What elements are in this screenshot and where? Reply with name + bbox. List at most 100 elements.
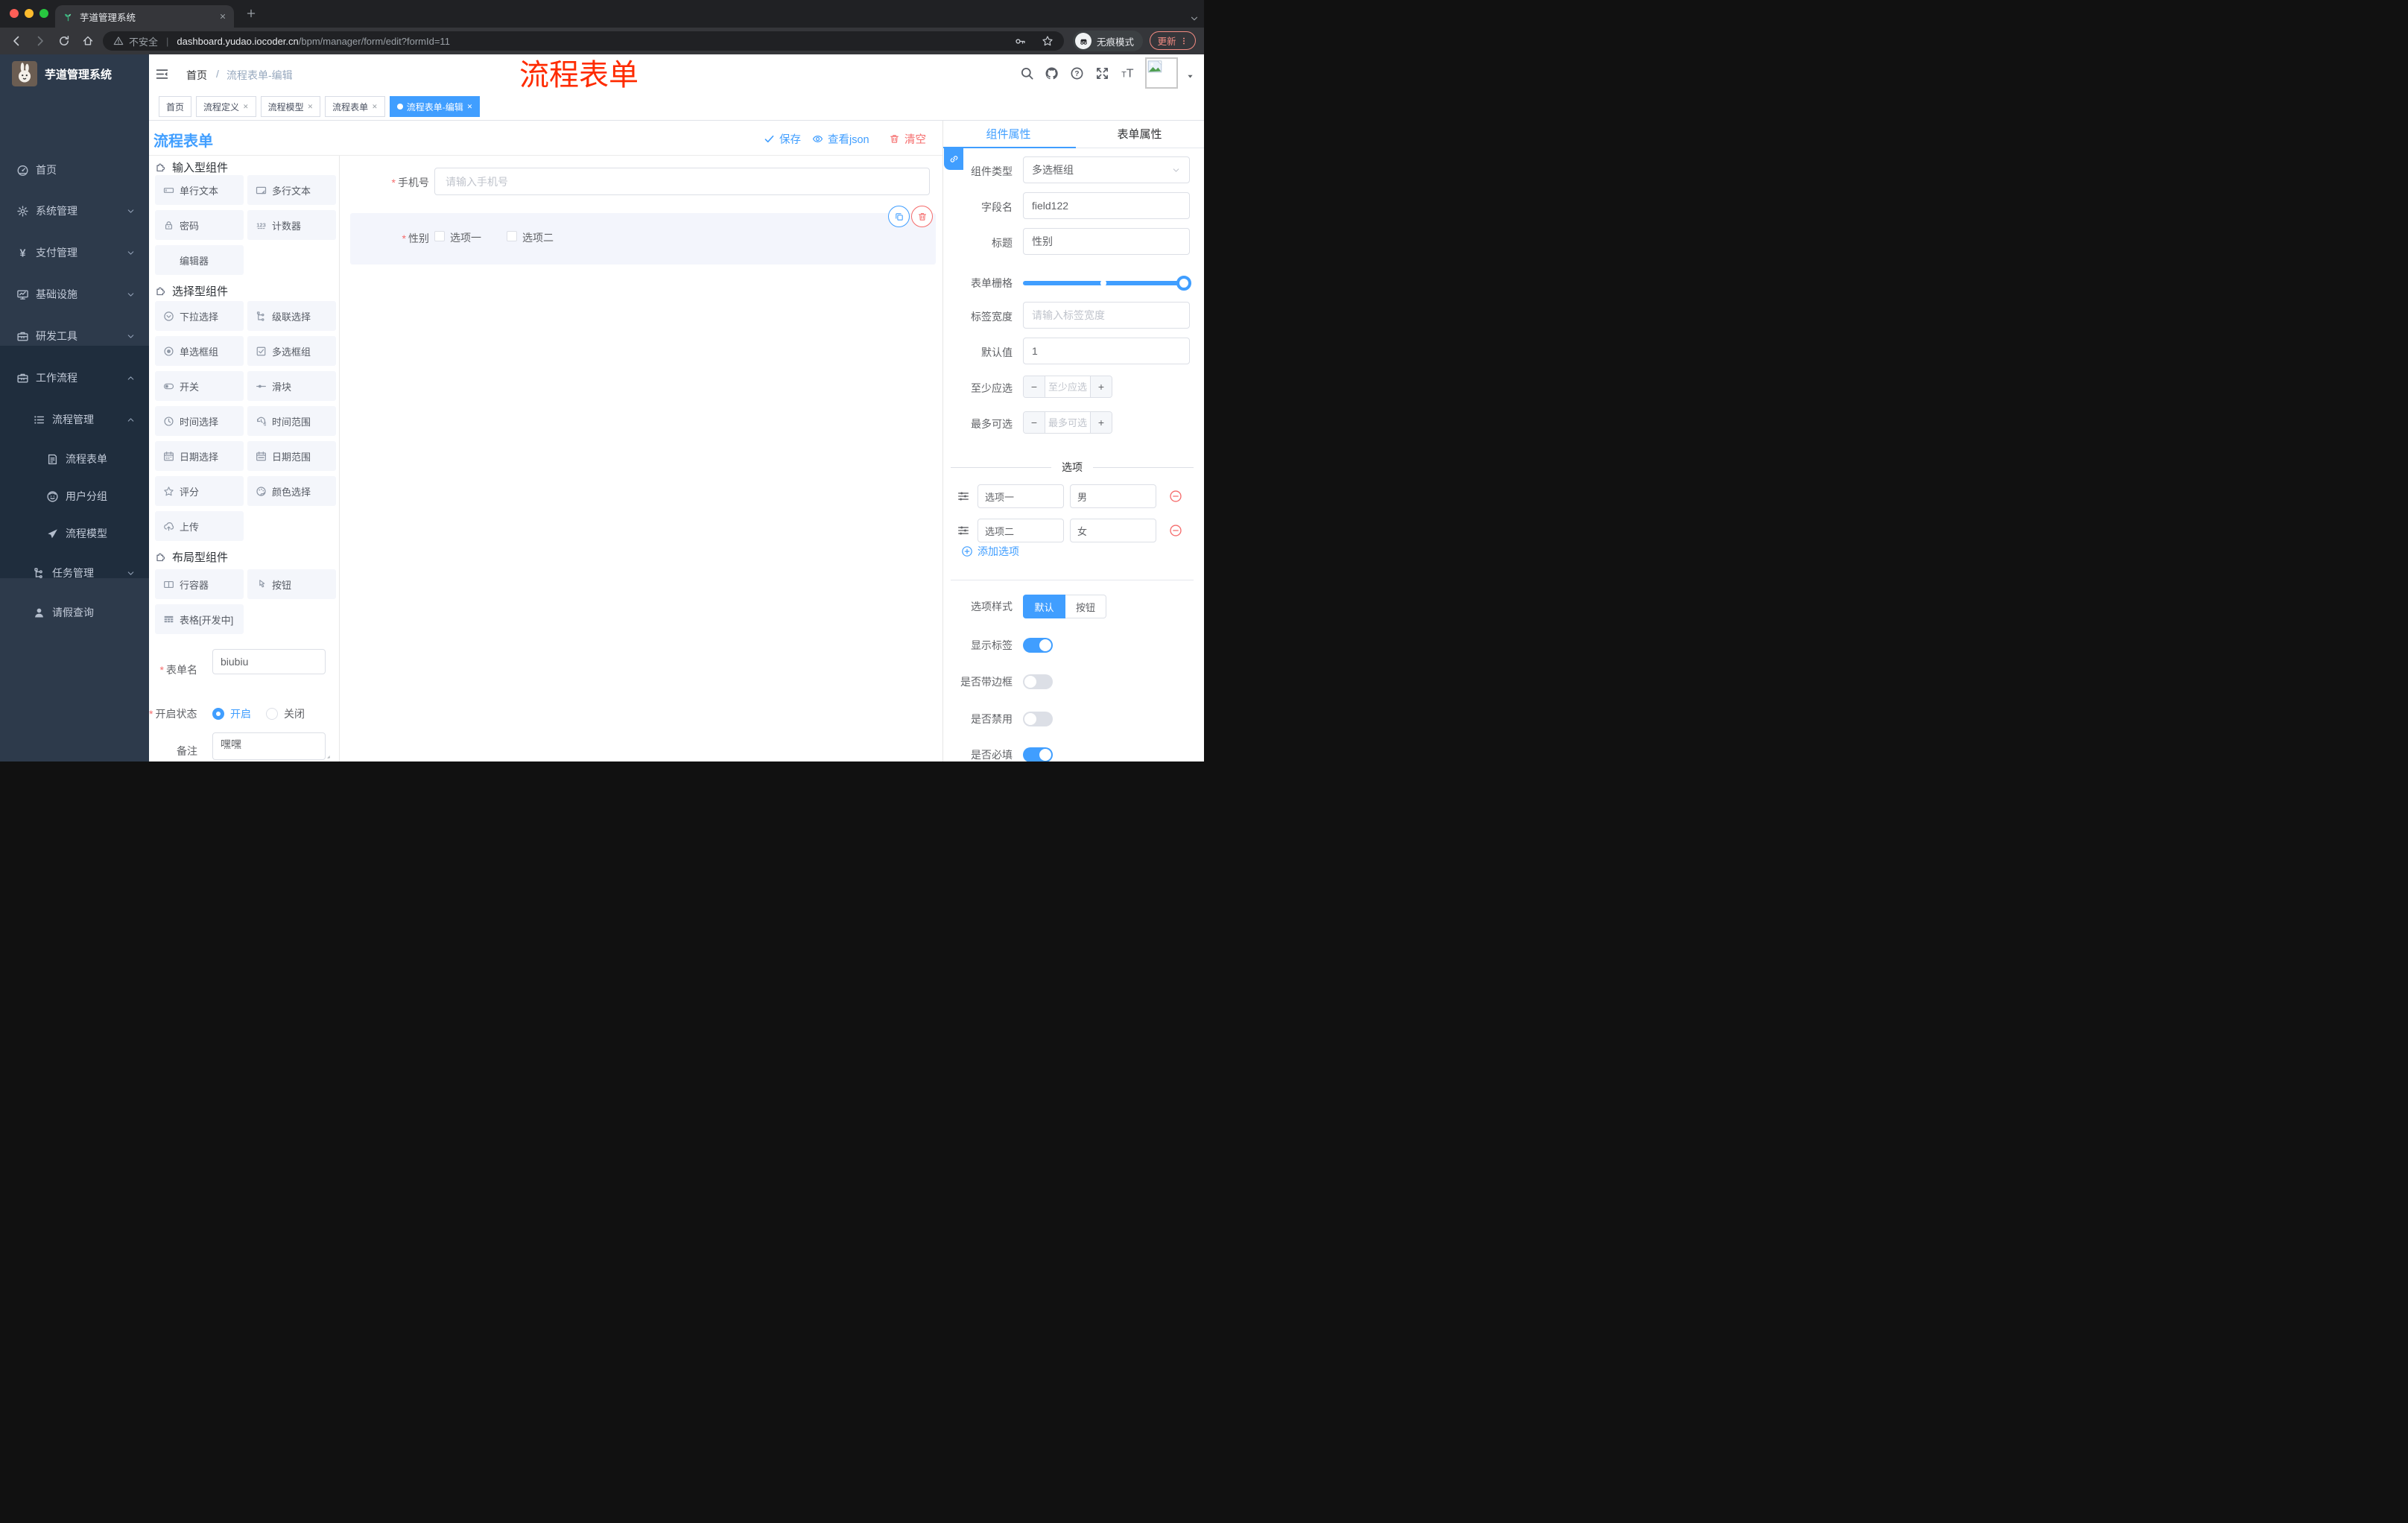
tag-close-icon[interactable]: ✕ [308, 103, 314, 111]
toggle-switch-on[interactable] [1023, 747, 1053, 762]
form-grid-slider[interactable] [1023, 281, 1191, 285]
github-icon[interactable] [1045, 66, 1059, 80]
title-input[interactable] [1023, 228, 1190, 255]
component-item[interactable]: 下拉选择 [155, 301, 244, 331]
key-icon[interactable] [1015, 36, 1026, 47]
toggle-switch-on[interactable] [1023, 638, 1053, 653]
option-value-input[interactable] [1070, 519, 1156, 542]
toggle-switch-off[interactable] [1023, 712, 1053, 726]
font-size-icon[interactable]: TT [1121, 66, 1135, 80]
tag-close-icon[interactable]: ✕ [372, 103, 378, 111]
default-value-input[interactable] [1023, 338, 1190, 364]
breadcrumb-home[interactable]: 首页 [186, 68, 207, 83]
checkbox-icon[interactable] [434, 231, 445, 241]
option-label-input[interactable] [978, 484, 1064, 508]
component-item[interactable]: 表格[开发中] [155, 604, 244, 634]
component-item[interactable]: 开关 [155, 371, 244, 401]
window-chevron-icon[interactable] [1189, 13, 1200, 24]
tab-close-icon[interactable] [219, 13, 226, 20]
component-item[interactable]: 编辑器 [155, 245, 244, 275]
selected-component-gender[interactable]: * 性别 选项一 选项二 [350, 213, 936, 265]
component-item[interactable]: 上传 [155, 511, 244, 541]
sidebar-item[interactable]: 系统管理 [0, 190, 149, 232]
phone-field-input[interactable] [434, 168, 930, 195]
component-item[interactable]: 行容器 [155, 569, 244, 599]
component-item[interactable]: 密码 [155, 210, 244, 240]
component-item[interactable]: 按钮 [247, 569, 336, 599]
label-width-input[interactable] [1023, 302, 1190, 329]
sidebar-item[interactable]: 工作流程 [0, 357, 149, 399]
component-item[interactable]: 日期范围 [247, 441, 336, 471]
save-button[interactable]: 保存 [764, 131, 801, 147]
sidebar-item[interactable]: 研发工具 [0, 315, 149, 357]
sidebar-subitem[interactable]: 流程表单 [0, 440, 149, 478]
update-button[interactable]: 更新 [1150, 31, 1196, 50]
sidebar-collapse-icon[interactable] [155, 67, 169, 81]
component-item[interactable]: 评分 [155, 476, 244, 506]
component-item[interactable]: 时间范围 [247, 406, 336, 436]
browser-tab[interactable]: 芋道管理系统 [55, 5, 234, 28]
stepper-minus-button[interactable]: − [1024, 376, 1045, 397]
tag-close-icon[interactable]: ✕ [243, 103, 249, 111]
kebab-menu-icon[interactable] [1179, 37, 1188, 45]
component-item[interactable]: 单选框组 [155, 336, 244, 366]
user-avatar[interactable] [1145, 57, 1178, 89]
fullscreen-icon[interactable] [1095, 66, 1109, 80]
copy-component-button[interactable] [888, 206, 910, 227]
search-icon[interactable] [1020, 66, 1034, 80]
sidebar-item[interactable]: 基础设施 [0, 273, 149, 315]
component-item[interactable]: 级联选择 [247, 301, 336, 331]
sidebar-item[interactable]: ¥ 支付管理 [0, 232, 149, 273]
stepper-plus-button[interactable]: + [1091, 376, 1112, 397]
window-minimize-button[interactable] [25, 9, 34, 18]
address-bar[interactable]: 不安全 | dashboard.yudao.iocoder.cn/bpm/man… [103, 31, 1064, 51]
status-radio-0[interactable]: 开启 [212, 706, 251, 721]
remove-option-icon[interactable] [1169, 490, 1182, 503]
status-radio-1[interactable]: 关闭 [266, 706, 305, 721]
sidebar-subitem[interactable]: 流程模型 [0, 515, 149, 552]
slider-handle[interactable] [1176, 276, 1191, 291]
tag-item[interactable]: 流程定义 ✕ [196, 96, 256, 117]
component-item[interactable]: 123 计数器 [247, 210, 336, 240]
form-name-input[interactable] [212, 649, 326, 674]
view-json-button[interactable]: 查看json [812, 131, 869, 147]
window-close-button[interactable] [10, 9, 19, 18]
checkbox-icon[interactable] [507, 231, 517, 241]
delete-component-button[interactable] [911, 206, 933, 227]
drag-handle-icon[interactable] [957, 490, 970, 503]
sidebar-subitem[interactable]: 用户分组 [0, 478, 149, 515]
toggle-switch-off[interactable] [1023, 674, 1053, 689]
component-item[interactable]: 日期选择 [155, 441, 244, 471]
sidebar-subitem[interactable]: 任务管理 [0, 554, 149, 592]
textarea-resize-icon[interactable] [315, 750, 338, 760]
stepper-minus-button[interactable]: − [1024, 412, 1045, 433]
tag-item[interactable]: 首页 [159, 96, 192, 117]
field-name-input[interactable] [1023, 192, 1190, 219]
window-zoom-button[interactable] [39, 9, 48, 18]
help-icon[interactable]: ? [1070, 66, 1084, 80]
tag-close-icon[interactable]: ✕ [467, 103, 473, 111]
sidebar-subitem[interactable]: 请假查询 [0, 594, 149, 631]
component-item[interactable]: 颜色选择 [247, 476, 336, 506]
tag-item[interactable]: 流程表单 ✕ [325, 96, 385, 117]
avatar-caret-down-icon[interactable] [1186, 72, 1194, 80]
tag-active[interactable]: 流程表单-编辑 ✕ [389, 96, 481, 117]
component-item[interactable]: 多选框组 [247, 336, 336, 366]
component-item[interactable]: 多行文本 [247, 175, 336, 205]
add-option-button[interactable]: 添加选项 [961, 544, 1019, 559]
bookmark-star-icon[interactable] [1042, 35, 1054, 47]
forward-arrow-icon[interactable] [34, 35, 46, 47]
option-value-input[interactable] [1070, 484, 1156, 508]
max-select-input[interactable] [1045, 412, 1090, 433]
stepper-plus-button[interactable]: + [1091, 412, 1112, 433]
logo[interactable]: 芋道管理系统 [0, 54, 149, 93]
component-item[interactable]: 单行文本 [155, 175, 244, 205]
tab-component-props[interactable]: 组件属性 [943, 121, 1074, 147]
home-icon[interactable] [82, 35, 94, 47]
sidebar-subitem[interactable]: 流程管理 [0, 401, 149, 438]
style-default-button[interactable]: 默认 [1023, 595, 1065, 618]
component-type-select[interactable]: 多选框组 [1023, 156, 1190, 183]
drag-handle-icon[interactable] [957, 524, 970, 537]
component-item[interactable]: 滑块 [247, 371, 336, 401]
clear-button[interactable]: 清空 [889, 131, 926, 147]
